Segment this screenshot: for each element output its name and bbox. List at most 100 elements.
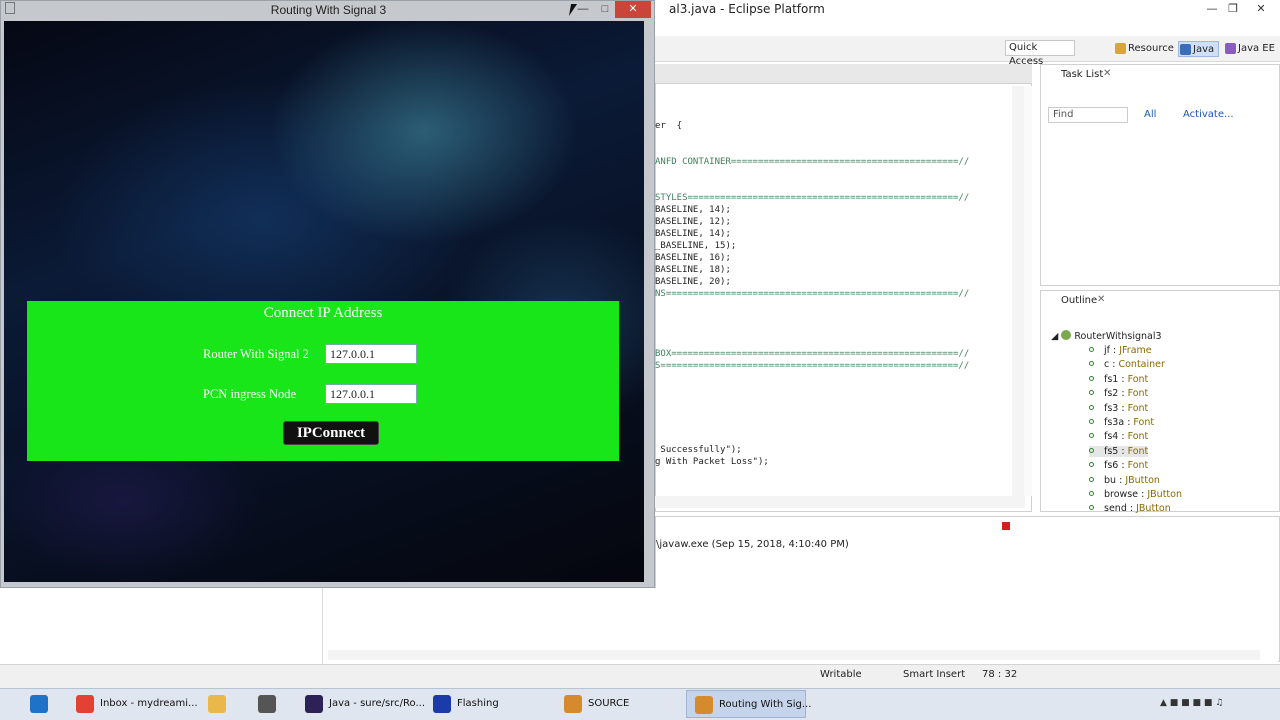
field-icon [1089, 361, 1094, 367]
code-line: g With Packet Loss"); [655, 457, 769, 467]
task-list-tab[interactable]: Task List [1061, 69, 1103, 80]
editor-vertical-scrollbar[interactable] [1012, 86, 1024, 496]
find-input[interactable]: Find [1048, 107, 1128, 123]
outline-item-name: send [1104, 503, 1127, 515]
app-title-bar[interactable]: Routing With Signal 3 — □ ✕ [1, 1, 656, 21]
status-writable: Writable [820, 669, 862, 680]
taskbar-item[interactable]: Inbox - mydreami... [68, 690, 198, 718]
outline-item-name: fs4 [1104, 431, 1119, 443]
separator: : [1116, 474, 1126, 486]
code-line: BOX=====================================… [655, 349, 970, 359]
outline-item[interactable]: bu : JButton [1089, 475, 1160, 486]
outline-item[interactable]: fs5 : Font [1089, 445, 1149, 457]
outline-item-type: JButton [1136, 503, 1171, 515]
window-icon [5, 2, 15, 14]
outline-tab[interactable]: Outline [1061, 295, 1097, 306]
tool-icon [258, 695, 276, 713]
ie-icon [30, 695, 48, 713]
field-icon [1089, 347, 1094, 352]
javaee-icon [1225, 43, 1236, 54]
outline-item[interactable]: fs3 : Font [1089, 403, 1148, 414]
outline-item-name: fs5 [1104, 445, 1119, 457]
router-ip-input[interactable]: 127.0.0.1 [325, 344, 417, 364]
perspective-label: Java EE [1238, 43, 1275, 54]
underlying-editor-area [0, 588, 1278, 664]
outline-item-name: fs1 [1104, 373, 1119, 385]
close-icon[interactable]: ✕ [1103, 68, 1111, 79]
status-cursor-position: 78 : 32 [982, 669, 1018, 680]
activate-link[interactable]: Activate... [1183, 109, 1234, 120]
outline-item[interactable]: browse : JButton [1089, 489, 1182, 500]
eclipse-title-bar: al3.java - Eclipse Platform — ❐ ✕ [655, 0, 1280, 19]
outline-item-name: fs2 [1104, 388, 1119, 400]
outline-item[interactable]: send : JButton [1089, 503, 1171, 514]
editor-horizontal-scrollbar[interactable] [655, 496, 1025, 508]
outline-item-type: JFrame [1119, 345, 1152, 356]
code-line: BASELINE, 14); [655, 205, 731, 215]
taskbar-item[interactable] [250, 690, 280, 718]
separator: : [1118, 460, 1128, 472]
perspective-resource[interactable]: Resource [1114, 41, 1178, 57]
perspective-java[interactable]: Java [1178, 41, 1220, 57]
taskbar-item-label: Routing With Sig... [719, 699, 812, 710]
outline-root-label: RouterWithsignal3 [1074, 331, 1162, 342]
outline-item-type: Font [1127, 431, 1149, 443]
close-icon[interactable]: ✕ [1249, 1, 1273, 17]
outline-item[interactable]: fs4 : Font [1089, 431, 1148, 442]
quick-access-input[interactable]: Quick Access [1005, 40, 1075, 67]
code-line: ANFD CONTAINER==========================… [655, 157, 970, 167]
maximize-icon[interactable]: □ [593, 1, 617, 17]
taskbar-item[interactable]: SOURCE [556, 690, 678, 718]
overview-ruler [1024, 86, 1032, 496]
taskbar-item[interactable]: Flashing [425, 690, 547, 718]
resource-icon [1115, 43, 1126, 54]
code-line: BASELINE, 20); [655, 277, 731, 287]
java-icon [564, 695, 582, 713]
app-icon [433, 695, 451, 713]
outline-item-type: Container [1118, 359, 1165, 371]
outline-item[interactable]: fs2 : Font [1089, 388, 1148, 399]
separator: : [1138, 489, 1148, 500]
editor-tab-bar [655, 64, 1032, 84]
code-line: er { [655, 121, 683, 131]
separator: : [1118, 445, 1128, 457]
divider [322, 588, 323, 664]
taskbar-item-label: Inbox - mydreami... [100, 698, 198, 709]
separator: : [1118, 388, 1128, 400]
outline-root[interactable]: ◢ RouterWithsignal3 [1051, 330, 1162, 342]
taskbar-item-label: SOURCE [588, 698, 630, 709]
field-icon [1089, 447, 1094, 453]
close-icon[interactable]: ✕ [1097, 294, 1105, 305]
code-area[interactable]: er { ANFD CONTAINER======================… [655, 86, 1011, 494]
outline-item[interactable]: fs1 : Font [1089, 374, 1148, 385]
outline-item[interactable]: fs3a : Font [1089, 417, 1154, 428]
horizontal-scrollbar[interactable] [328, 650, 1260, 660]
all-link[interactable]: All [1144, 109, 1156, 120]
outline-item[interactable]: fs6 : Font [1089, 460, 1148, 471]
code-line: Successfully"); [655, 445, 742, 455]
outline-item-type: JButton [1125, 474, 1160, 486]
taskbar-item-label: Java - sure/src/Ro... [329, 698, 425, 709]
taskbar-item[interactable]: Routing With Sig... [686, 690, 811, 718]
taskbar-item[interactable]: Java - sure/src/Ro... [297, 690, 425, 718]
restore-icon[interactable]: ❐ [1221, 1, 1245, 17]
outline-item-type: JButton [1147, 489, 1182, 500]
ipconnect-button[interactable]: IPConnect [283, 421, 379, 445]
outline-item[interactable]: c : Container [1089, 359, 1165, 370]
outline-item-name: fs3 [1104, 402, 1119, 414]
status-insert-mode: Smart Insert [903, 669, 966, 680]
taskbar-item[interactable] [22, 690, 52, 718]
code-line: BASELINE, 18); [655, 265, 731, 275]
close-icon[interactable]: ✕ [615, 1, 651, 18]
taskbar-item[interactable] [200, 690, 230, 718]
outline-item[interactable]: jf : JFrame [1089, 345, 1152, 356]
outline-item-type: Font [1127, 445, 1149, 457]
perspective-javaee[interactable]: Java EE [1224, 41, 1279, 57]
pcn-ip-input[interactable]: 127.0.0.1 [325, 384, 417, 404]
outline-item-name: bu [1104, 474, 1117, 486]
separator: : [1118, 402, 1128, 414]
field-icon [1089, 404, 1094, 410]
terminate-icon[interactable] [1002, 522, 1010, 530]
separator: : [1126, 503, 1137, 515]
field-icon [1089, 375, 1094, 381]
